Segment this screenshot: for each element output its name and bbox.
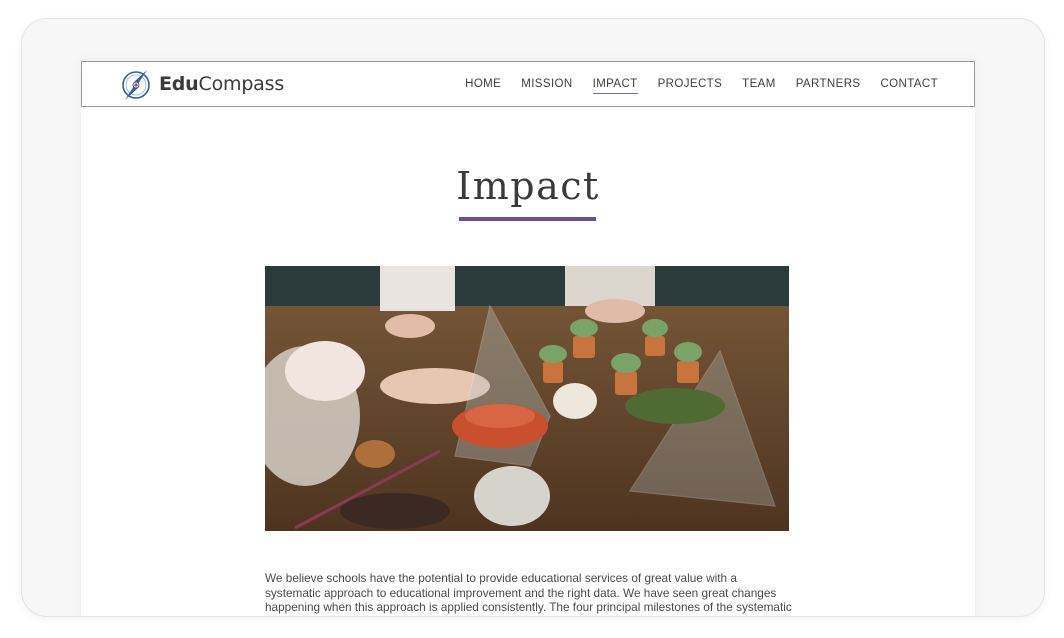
nav-item-projects[interactable]: PROJECTS [658, 75, 723, 93]
logo[interactable]: EduCompass [120, 66, 284, 102]
nav-item-team[interactable]: TEAM [742, 75, 776, 93]
compass-logo-icon [122, 70, 150, 100]
nav-item-partners[interactable]: PARTNERS [796, 75, 861, 93]
navbar: EduCompass HOME MISSION IMPACT PROJECTS … [81, 61, 975, 107]
main-nav: HOME MISSION IMPACT PROJECTS TEAM PARTNE… [445, 62, 938, 106]
intro-paragraph: We believe schools have the potential to… [265, 571, 792, 616]
nav-item-impact[interactable]: IMPACT [592, 75, 638, 94]
brand-name-regular: Compass [198, 73, 285, 95]
hero-photo-illustration [265, 266, 789, 531]
nav-item-mission[interactable]: MISSION [521, 75, 572, 93]
page-title: Impact [456, 164, 600, 208]
page: EduCompass HOME MISSION IMPACT PROJECTS … [81, 61, 975, 616]
browser-frame: EduCompass HOME MISSION IMPACT PROJECTS … [21, 18, 1045, 617]
nav-item-home[interactable]: HOME [465, 75, 501, 93]
brand-name: EduCompass [159, 73, 284, 95]
nav-item-contact[interactable]: CONTACT [880, 75, 938, 93]
title-underline [459, 217, 596, 221]
brand-name-bold: Edu [159, 73, 199, 95]
hero-image [265, 266, 789, 531]
